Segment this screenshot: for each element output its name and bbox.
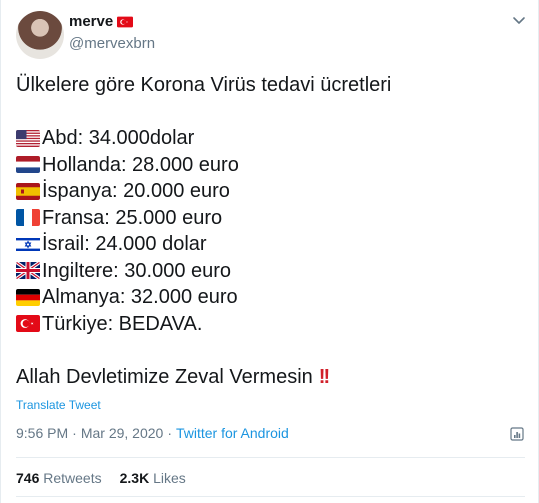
user-name-row[interactable]: merve	[69, 13, 134, 30]
france-flag-icon	[16, 209, 40, 227]
closing-text: Allah Devletimize Zeval Vermesin	[16, 365, 313, 388]
meta-separator: ·	[167, 425, 172, 441]
translate-tweet-link[interactable]: Translate Tweet	[16, 398, 101, 412]
germany-flag-icon	[16, 288, 40, 306]
chevron-down-icon[interactable]	[511, 12, 527, 28]
turkey-flag-icon	[117, 16, 134, 27]
list-item-text: İspanya: 20.000 euro	[42, 180, 230, 202]
likes-stat[interactable]: 2.3K Likes	[120, 470, 186, 486]
tweet-stats: 746 Retweets 2.3K Likes	[16, 470, 186, 486]
retweets-label: Retweets	[43, 470, 102, 486]
israel-flag-icon	[16, 235, 40, 253]
list-item-text: Abd: 34.000dolar	[42, 127, 195, 149]
tweet-title: Ülkelere göre Korona Virüs tedavi ücretl…	[16, 74, 392, 96]
list-item-text: Ingiltere: 30.000 euro	[42, 259, 232, 282]
tweet-time[interactable]: 9:56 PM	[16, 425, 68, 441]
spain-flag-icon	[16, 182, 40, 200]
analytics-icon[interactable]	[509, 426, 525, 442]
avatar[interactable]	[16, 11, 64, 59]
tweet-meta: 9:56 PM · Mar 29, 2020 · Twitter for And…	[16, 425, 289, 441]
divider	[16, 496, 525, 497]
list-item: Ingiltere: 30.000 euro	[16, 258, 526, 285]
tweet-closing: Allah Devletimize Zeval Vermesin !!	[16, 364, 526, 391]
user-name[interactable]: merve	[69, 13, 113, 30]
tweet-card: merve @mervexbrn Ülkelere göre Korona Vi…	[0, 0, 539, 503]
us-flag-icon	[16, 129, 40, 147]
double-exclamation-icon: !!	[318, 365, 330, 388]
list-item-text: Fransa: 25.000 euro	[42, 206, 223, 229]
list-item: İspanya: 20.000 euro	[16, 178, 526, 205]
divider	[16, 457, 525, 458]
netherlands-flag-icon	[16, 156, 40, 174]
list-item: Türkiye: BEDAVA.	[16, 311, 526, 338]
list-item-text: Hollanda: 28.000 euro	[42, 153, 239, 176]
list-item-text: Almanya: 32.000 euro	[42, 286, 238, 308]
likes-count: 2.3K	[119, 470, 150, 486]
tweet-source-link[interactable]: Twitter for Android	[176, 425, 289, 441]
tweet-date[interactable]: Mar 29, 2020	[81, 425, 164, 441]
likes-label: Likes	[153, 470, 186, 486]
turkey-flag-icon	[16, 315, 40, 333]
list-item: Almanya: 32.000 euro	[16, 284, 526, 311]
list-item: Hollanda: 28.000 euro	[16, 152, 526, 179]
tweet-body: Ülkelere göre Korona Virüs tedavi ücretl…	[16, 72, 526, 390]
uk-flag-icon	[16, 262, 40, 280]
retweets-stat[interactable]: 746 Retweets	[16, 470, 102, 486]
list-item-text: İsrail: 24.000 dolar	[42, 233, 207, 255]
user-handle[interactable]: @mervexbrn	[69, 35, 155, 52]
list-item-text: Türkiye: BEDAVA.	[42, 312, 203, 335]
list-item: Fransa: 25.000 euro	[16, 205, 526, 232]
list-item: İsrail: 24.000 dolar	[16, 231, 526, 258]
retweets-count: 746	[16, 470, 40, 486]
meta-separator: ·	[72, 425, 77, 441]
list-item: Abd: 34.000dolar	[16, 125, 526, 152]
